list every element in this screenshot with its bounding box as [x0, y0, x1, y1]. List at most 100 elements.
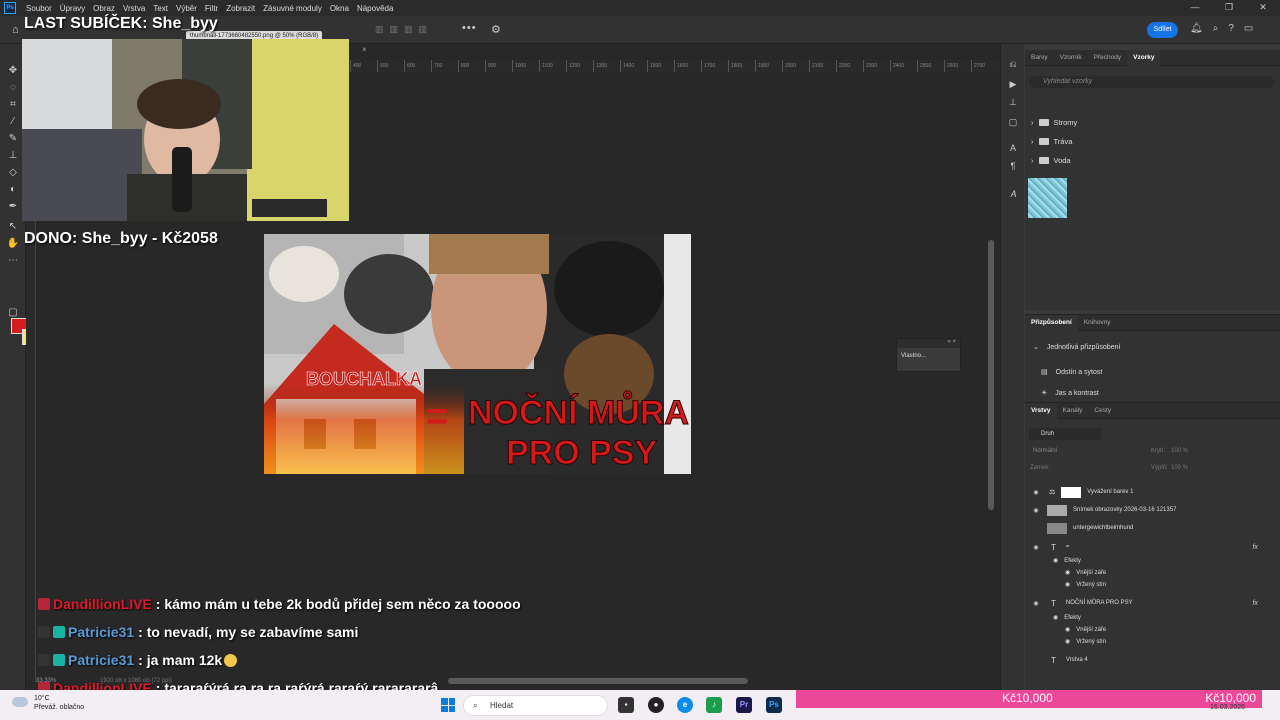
- eyedropper-tool-icon[interactable]: ⁄: [6, 115, 20, 129]
- eye-icon[interactable]: ◉: [1065, 626, 1070, 633]
- history-icon[interactable]: ⎌: [1007, 58, 1019, 70]
- layer-filter-select[interactable]: Druh: [1029, 428, 1101, 440]
- character-icon[interactable]: A: [1007, 142, 1019, 154]
- selection-tool-icon[interactable]: ↖: [6, 220, 20, 234]
- eye-icon[interactable]: ◉: [1031, 600, 1041, 607]
- layer-effect-row[interactable]: ◉ Vržený stín: [1025, 579, 1270, 590]
- tab-close-icon[interactable]: ×: [362, 45, 367, 54]
- lasso-tool-icon[interactable]: ◌: [6, 81, 20, 95]
- spotify-icon[interactable]: ♪: [706, 697, 722, 713]
- horizontal-scrollbar[interactable]: [448, 678, 748, 684]
- hand-tool-icon[interactable]: ✋: [6, 237, 20, 251]
- water-pattern-swatch[interactable]: [1028, 178, 1067, 218]
- glyphs-icon[interactable]: 𝐴: [1007, 188, 1019, 200]
- home-icon[interactable]: ⌂: [12, 24, 19, 36]
- layer-effects-icon[interactable]: fx: [1253, 544, 1258, 551]
- stamp-icon[interactable]: ⊥: [1007, 96, 1019, 108]
- eraser-tool-icon[interactable]: ◇: [6, 166, 20, 180]
- premiere-icon[interactable]: Pr: [736, 697, 752, 713]
- windows-start-icon[interactable]: [441, 698, 455, 712]
- weather-widget[interactable]: 10°C Převáž. oblačno: [34, 694, 84, 712]
- tab-kanaly[interactable]: Kanály: [1057, 403, 1089, 419]
- stamp-tool-icon[interactable]: ⊥: [6, 149, 20, 163]
- eye-icon[interactable]: ◉: [1031, 489, 1041, 496]
- blend-mode-select[interactable]: Normální: [1033, 448, 1057, 454]
- fill-value[interactable]: 100 %: [1171, 465, 1188, 471]
- tab-vrstvy[interactable]: Vrstvy: [1025, 402, 1057, 419]
- adjustments-section[interactable]: ⌄ Jednotlivá přizpůsobení: [1033, 343, 1120, 352]
- layer-effect-row[interactable]: ◉ Vržený stín: [1025, 636, 1270, 647]
- align-left-icon[interactable]: ▥: [375, 24, 384, 35]
- layer-row[interactable]: ◉ T = fx: [1025, 540, 1270, 554]
- panel-collapse-icon[interactable]: » ×: [897, 339, 960, 348]
- vertical-scrollbar[interactable]: [988, 240, 994, 510]
- photoshop-taskbar-icon[interactable]: Ps: [766, 697, 782, 713]
- menu-text[interactable]: Text: [149, 4, 172, 13]
- comment-icon[interactable]: ▢: [1007, 116, 1019, 128]
- eye-icon[interactable]: ◉: [1031, 525, 1041, 532]
- menu-upravy[interactable]: Úpravy: [56, 4, 89, 13]
- eye-icon[interactable]: ◉: [1065, 638, 1070, 645]
- tab-barvy[interactable]: Barvy: [1025, 50, 1054, 66]
- menu-filtr[interactable]: Filtr: [201, 4, 222, 13]
- bell-icon[interactable]: 🔔︎: [1190, 23, 1203, 34]
- search-icon[interactable]: ⌕: [1213, 23, 1219, 34]
- menu-vrstva[interactable]: Vrstva: [119, 4, 149, 13]
- taskbar-search-input[interactable]: ⌕ Hledat: [463, 695, 608, 716]
- layer-effects-row[interactable]: ◉ Efekty: [1025, 612, 1270, 623]
- eye-icon[interactable]: ◉: [1031, 544, 1041, 551]
- eye-icon[interactable]: ◉: [1053, 614, 1058, 621]
- tab-vzorky[interactable]: Vzorky: [1127, 49, 1161, 66]
- eye-icon[interactable]: ◉: [1031, 657, 1041, 664]
- layer-row[interactable]: ◉ T NOČNÍ MŮRA PRO PSY fx: [1025, 596, 1270, 610]
- close-button[interactable]: ✕: [1246, 0, 1280, 16]
- swatch-search-input[interactable]: Vyhledat vzorky: [1029, 76, 1274, 88]
- brush-tool-icon[interactable]: ✎: [6, 132, 20, 146]
- menu-soubor[interactable]: Soubor: [22, 4, 56, 13]
- layer-row[interactable]: ◉ Snímek obrazovky 2026-03-16 121357: [1025, 503, 1270, 517]
- gradient-tool-icon[interactable]: ◐: [6, 183, 20, 197]
- play-icon[interactable]: ▶: [1007, 78, 1019, 90]
- menu-napoveda[interactable]: Nápověda: [353, 4, 397, 13]
- move-tool-icon[interactable]: ✥: [6, 64, 20, 78]
- floating-properties-panel[interactable]: » × Vlastno...: [896, 338, 961, 372]
- align-center-icon[interactable]: ▥: [390, 24, 399, 35]
- eye-icon[interactable]: ◉: [1065, 581, 1070, 588]
- help-icon[interactable]: ?: [1228, 23, 1234, 34]
- opacity-value[interactable]: 100 %: [1171, 448, 1188, 454]
- menu-zasuvne-moduly[interactable]: Zásuvné moduly: [259, 4, 326, 13]
- layer-effects-icon[interactable]: fx: [1253, 600, 1258, 607]
- menu-obraz[interactable]: Obraz: [89, 4, 119, 13]
- workspace-icon[interactable]: ▭: [1244, 23, 1253, 34]
- properties-label[interactable]: Vlastno...: [897, 348, 960, 364]
- tab-prizpusobeni[interactable]: Přizpůsobení: [1025, 314, 1078, 331]
- swatch-folder[interactable]: › Stromy: [1031, 118, 1077, 127]
- maximize-button[interactable]: ❐: [1212, 0, 1246, 16]
- tab-knihovny[interactable]: Knihovny: [1078, 315, 1117, 331]
- layer-effect-row[interactable]: ◉ Vnější záře: [1025, 567, 1270, 578]
- more-tools-icon[interactable]: ⋯: [6, 254, 20, 268]
- align-right-icon[interactable]: ▥: [404, 24, 413, 35]
- more-options-icon[interactable]: •••: [462, 22, 477, 34]
- swatch-folder[interactable]: › Voda: [1031, 156, 1071, 165]
- share-button[interactable]: Sdílet: [1147, 22, 1178, 38]
- pen-tool-icon[interactable]: ✒: [6, 200, 20, 214]
- eye-icon[interactable]: ◉: [1065, 569, 1070, 576]
- adjustment-hue-saturation[interactable]: ▤ Odstín a sytost: [1041, 368, 1102, 377]
- crop-tool-icon[interactable]: ⌗: [6, 98, 20, 112]
- edge-browser-icon[interactable]: e: [677, 697, 693, 713]
- layer-effects-row[interactable]: ◉ Efekty: [1025, 555, 1270, 566]
- menu-zobrazit[interactable]: Zobrazit: [222, 4, 259, 13]
- tab-vzornik[interactable]: Vzorník: [1054, 50, 1088, 66]
- swatch-folder[interactable]: › Tráva: [1031, 137, 1072, 146]
- quick-mask-icon[interactable]: ▢: [6, 306, 20, 320]
- paragraph-icon[interactable]: ¶: [1007, 160, 1019, 172]
- layer-row[interactable]: ◉ ⚖ Vyvážení barev 1: [1025, 485, 1270, 499]
- tab-prechody[interactable]: Přechody: [1088, 50, 1127, 66]
- minimize-button[interactable]: —: [1178, 0, 1212, 16]
- tab-cesty[interactable]: Cesty: [1088, 403, 1117, 419]
- adjustment-brightness-contrast[interactable]: ☀ Jas a kontrast: [1041, 389, 1099, 398]
- layer-row[interactable]: ◉ untergewichtbeimhund: [1025, 521, 1270, 535]
- eye-icon[interactable]: ◉: [1053, 557, 1058, 564]
- menu-okna[interactable]: Okna: [326, 4, 353, 13]
